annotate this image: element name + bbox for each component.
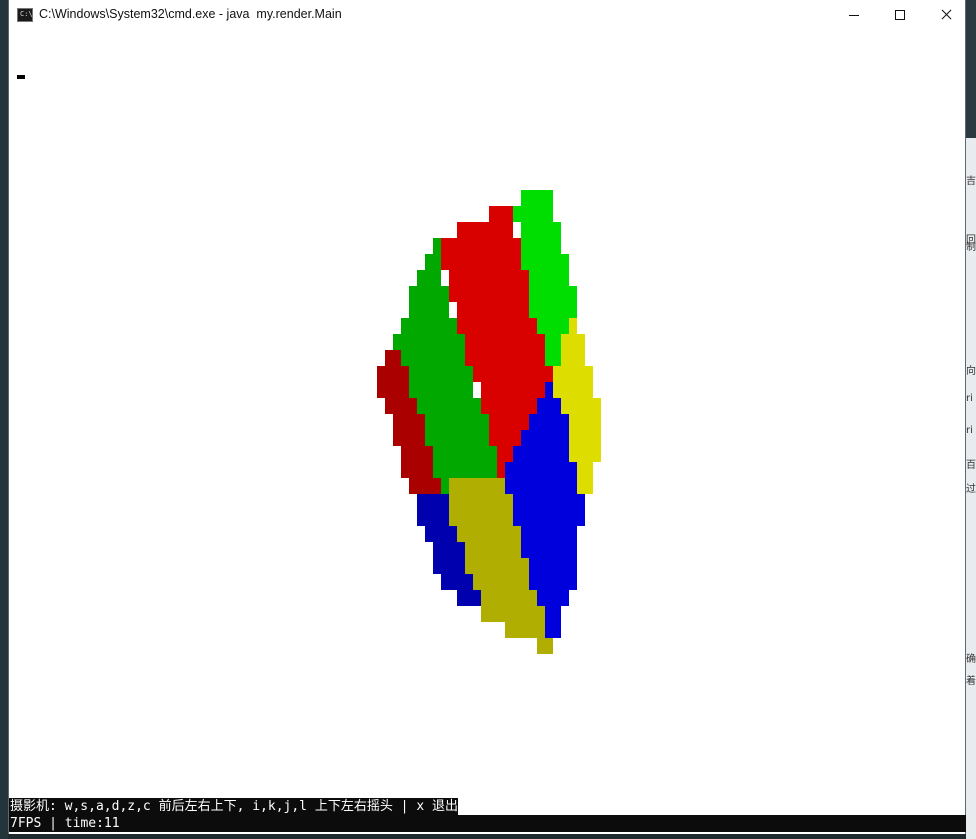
background-right-glyph: ri — [966, 393, 973, 404]
background-right-glyph: 向 — [966, 366, 976, 377]
background-right-glyph: 过 — [966, 484, 976, 495]
controls-hint-line: 摄影机: w,s,a,d,z,c 前后左右上下, i,k,j,l 上下左右摇头 … — [9, 798, 458, 815]
background-left-strip — [0, 0, 8, 839]
background-right-glyph: ri — [966, 425, 973, 436]
background-right-glyph: 吉 — [966, 176, 976, 187]
console-window[interactable]: C:\ C:\Windows\System32\cmd.exe - java m… — [8, 0, 966, 834]
console-output[interactable]: 摄影机: w,s,a,d,z,c 前后左右上下, i,k,j,l 上下左右摇头 … — [9, 798, 966, 834]
background-right-glyph: 确 — [966, 654, 976, 665]
rendered-3d-scene — [377, 190, 601, 654]
background-right-glyph: 着 — [966, 676, 976, 687]
background-right-glyph: 百 — [966, 460, 976, 471]
background-right-glyph: 制 — [966, 242, 976, 253]
status-line: 7FPS | time:11 — [9, 815, 966, 832]
